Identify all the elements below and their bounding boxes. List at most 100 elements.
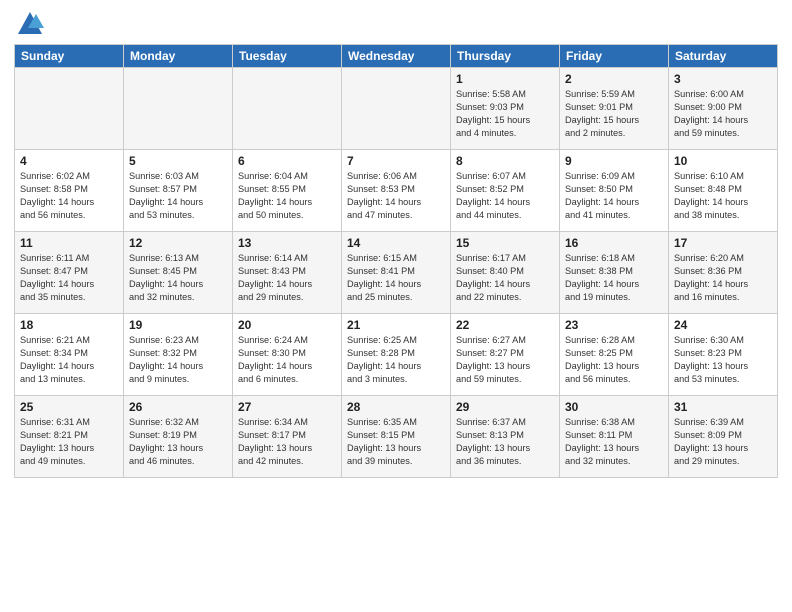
day-info: Sunrise: 6:04 AM Sunset: 8:55 PM Dayligh… xyxy=(238,170,336,222)
day-cell: 10 Sunrise: 6:10 AM Sunset: 8:48 PM Dayli… xyxy=(669,150,778,232)
week-row-4: 18 Sunrise: 6:21 AM Sunset: 8:34 PM Dayli… xyxy=(15,314,778,396)
day-number: 31 xyxy=(674,400,772,414)
day-cell: 9Sunrise: 6:09 AM Sunset: 8:50 PM Daylig… xyxy=(560,150,669,232)
day-info: Sunrise: 6:32 AM Sunset: 8:19 PM Dayligh… xyxy=(129,416,227,468)
day-cell: 11 Sunrise: 6:11 AM Sunset: 8:47 PM Dayli… xyxy=(15,232,124,314)
day-cell: 18 Sunrise: 6:21 AM Sunset: 8:34 PM Dayli… xyxy=(15,314,124,396)
day-cell: 7 Sunrise: 6:06 AM Sunset: 8:53 PM Daylig… xyxy=(342,150,451,232)
day-info: Sunrise: 6:24 AM Sunset: 8:30 PM Dayligh… xyxy=(238,334,336,386)
day-number: 29 xyxy=(456,400,554,414)
col-header-friday: Friday xyxy=(560,45,669,68)
day-info: Sunrise: 6:25 AM Sunset: 8:28 PM Dayligh… xyxy=(347,334,445,386)
col-header-monday: Monday xyxy=(124,45,233,68)
day-info: Sunrise: 6:30 AM Sunset: 8:23 PM Dayligh… xyxy=(674,334,772,386)
day-info: Sunrise: 6:21 AM Sunset: 8:34 PM Dayligh… xyxy=(20,334,118,386)
day-info: Sunrise: 6:18 AM Sunset: 8:38 PM Dayligh… xyxy=(565,252,663,304)
day-info: Sunrise: 6:38 AM Sunset: 8:11 PM Dayligh… xyxy=(565,416,663,468)
day-number: 12 xyxy=(129,236,227,250)
day-info: Sunrise: 6:02 AM Sunset: 8:58 PM Dayligh… xyxy=(20,170,118,222)
day-info: Sunrise: 6:09 AM Sunset: 8:50 PM Dayligh… xyxy=(565,170,663,222)
day-cell: 25 Sunrise: 6:31 AM Sunset: 8:21 PM Dayli… xyxy=(15,396,124,478)
header-row: SundayMondayTuesdayWednesdayThursdayFrid… xyxy=(15,45,778,68)
day-info: Sunrise: 6:31 AM Sunset: 8:21 PM Dayligh… xyxy=(20,416,118,468)
day-cell: 30 Sunrise: 6:38 AM Sunset: 8:11 PM Dayli… xyxy=(560,396,669,478)
day-number: 25 xyxy=(20,400,118,414)
logo xyxy=(14,14,44,38)
day-cell: 24Sunrise: 6:30 AM Sunset: 8:23 PM Dayli… xyxy=(669,314,778,396)
day-cell: 1 Sunrise: 5:58 AM Sunset: 9:03 PM Daylig… xyxy=(451,68,560,150)
day-info: Sunrise: 6:23 AM Sunset: 8:32 PM Dayligh… xyxy=(129,334,227,386)
day-cell: 31Sunrise: 6:39 AM Sunset: 8:09 PM Dayli… xyxy=(669,396,778,478)
day-number: 20 xyxy=(238,318,336,332)
day-info: Sunrise: 6:17 AM Sunset: 8:40 PM Dayligh… xyxy=(456,252,554,304)
day-info: Sunrise: 6:00 AM Sunset: 9:00 PM Dayligh… xyxy=(674,88,772,140)
day-info: Sunrise: 6:06 AM Sunset: 8:53 PM Dayligh… xyxy=(347,170,445,222)
day-number: 8 xyxy=(456,154,554,168)
day-number: 15 xyxy=(456,236,554,250)
logo-text xyxy=(14,14,44,38)
page: SundayMondayTuesdayWednesdayThursdayFrid… xyxy=(0,0,792,488)
day-cell: 21 Sunrise: 6:25 AM Sunset: 8:28 PM Dayli… xyxy=(342,314,451,396)
day-cell: 14 Sunrise: 6:15 AM Sunset: 8:41 PM Dayli… xyxy=(342,232,451,314)
day-cell: 5 Sunrise: 6:03 AM Sunset: 8:57 PM Daylig… xyxy=(124,150,233,232)
week-row-5: 25 Sunrise: 6:31 AM Sunset: 8:21 PM Dayli… xyxy=(15,396,778,478)
day-number: 13 xyxy=(238,236,336,250)
day-cell: 27Sunrise: 6:34 AM Sunset: 8:17 PM Dayli… xyxy=(233,396,342,478)
day-info: Sunrise: 6:35 AM Sunset: 8:15 PM Dayligh… xyxy=(347,416,445,468)
header xyxy=(14,10,778,38)
day-info: Sunrise: 6:10 AM Sunset: 8:48 PM Dayligh… xyxy=(674,170,772,222)
day-info: Sunrise: 6:11 AM Sunset: 8:47 PM Dayligh… xyxy=(20,252,118,304)
day-number: 11 xyxy=(20,236,118,250)
day-cell: 4 Sunrise: 6:02 AM Sunset: 8:58 PM Daylig… xyxy=(15,150,124,232)
day-number: 18 xyxy=(20,318,118,332)
day-info: Sunrise: 6:15 AM Sunset: 8:41 PM Dayligh… xyxy=(347,252,445,304)
day-number: 14 xyxy=(347,236,445,250)
day-cell: 12 Sunrise: 6:13 AM Sunset: 8:45 PM Dayli… xyxy=(124,232,233,314)
day-cell: 8 Sunrise: 6:07 AM Sunset: 8:52 PM Daylig… xyxy=(451,150,560,232)
day-number: 17 xyxy=(674,236,772,250)
day-number: 30 xyxy=(565,400,663,414)
day-number: 5 xyxy=(129,154,227,168)
day-cell: 19 Sunrise: 6:23 AM Sunset: 8:32 PM Dayli… xyxy=(124,314,233,396)
day-cell xyxy=(124,68,233,150)
day-cell: 20 Sunrise: 6:24 AM Sunset: 8:30 PM Dayli… xyxy=(233,314,342,396)
day-number: 4 xyxy=(20,154,118,168)
day-cell: 6 Sunrise: 6:04 AM Sunset: 8:55 PM Daylig… xyxy=(233,150,342,232)
day-cell: 16Sunrise: 6:18 AM Sunset: 8:38 PM Dayli… xyxy=(560,232,669,314)
calendar-table: SundayMondayTuesdayWednesdayThursdayFrid… xyxy=(14,44,778,478)
day-cell xyxy=(15,68,124,150)
day-number: 7 xyxy=(347,154,445,168)
day-info: Sunrise: 6:28 AM Sunset: 8:25 PM Dayligh… xyxy=(565,334,663,386)
day-info: Sunrise: 5:58 AM Sunset: 9:03 PM Dayligh… xyxy=(456,88,554,140)
day-cell xyxy=(233,68,342,150)
day-cell: 23 Sunrise: 6:28 AM Sunset: 8:25 PM Dayli… xyxy=(560,314,669,396)
col-header-thursday: Thursday xyxy=(451,45,560,68)
day-number: 2 xyxy=(565,72,663,86)
day-number: 23 xyxy=(565,318,663,332)
day-number: 21 xyxy=(347,318,445,332)
day-number: 19 xyxy=(129,318,227,332)
day-number: 26 xyxy=(129,400,227,414)
week-row-3: 11 Sunrise: 6:11 AM Sunset: 8:47 PM Dayli… xyxy=(15,232,778,314)
day-cell: 2Sunrise: 5:59 AM Sunset: 9:01 PM Daylig… xyxy=(560,68,669,150)
day-number: 6 xyxy=(238,154,336,168)
day-cell: 29 Sunrise: 6:37 AM Sunset: 8:13 PM Dayli… xyxy=(451,396,560,478)
day-number: 28 xyxy=(347,400,445,414)
day-info: Sunrise: 6:20 AM Sunset: 8:36 PM Dayligh… xyxy=(674,252,772,304)
day-number: 3 xyxy=(674,72,772,86)
day-cell xyxy=(342,68,451,150)
col-header-sunday: Sunday xyxy=(15,45,124,68)
week-row-1: 1 Sunrise: 5:58 AM Sunset: 9:03 PM Daylig… xyxy=(15,68,778,150)
day-info: Sunrise: 6:37 AM Sunset: 8:13 PM Dayligh… xyxy=(456,416,554,468)
day-number: 1 xyxy=(456,72,554,86)
day-info: Sunrise: 6:03 AM Sunset: 8:57 PM Dayligh… xyxy=(129,170,227,222)
day-cell: 22Sunrise: 6:27 AM Sunset: 8:27 PM Dayli… xyxy=(451,314,560,396)
day-number: 10 xyxy=(674,154,772,168)
day-cell: 3 Sunrise: 6:00 AM Sunset: 9:00 PM Daylig… xyxy=(669,68,778,150)
day-cell: 28 Sunrise: 6:35 AM Sunset: 8:15 PM Dayli… xyxy=(342,396,451,478)
day-info: Sunrise: 6:14 AM Sunset: 8:43 PM Dayligh… xyxy=(238,252,336,304)
day-info: Sunrise: 6:07 AM Sunset: 8:52 PM Dayligh… xyxy=(456,170,554,222)
day-info: Sunrise: 6:13 AM Sunset: 8:45 PM Dayligh… xyxy=(129,252,227,304)
col-header-tuesday: Tuesday xyxy=(233,45,342,68)
day-cell: 13 Sunrise: 6:14 AM Sunset: 8:43 PM Dayli… xyxy=(233,232,342,314)
